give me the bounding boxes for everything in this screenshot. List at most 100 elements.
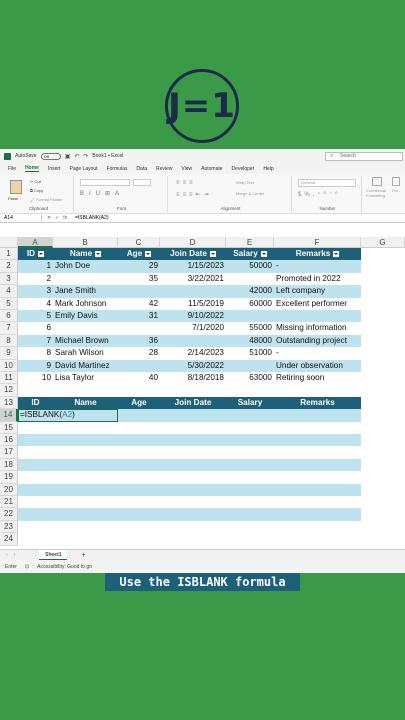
row-header[interactable]: 24 — [0, 533, 18, 546]
cell-name[interactable]: John Doe — [53, 260, 118, 272]
cell-join-date[interactable]: 8/18/2018 — [160, 372, 226, 384]
save-icon[interactable]: ▣ — [65, 153, 71, 160]
cell-id[interactable]: 6 — [18, 322, 53, 334]
row-header[interactable]: 1 — [0, 248, 18, 261]
cell-id[interactable]: 4 — [18, 298, 53, 310]
next-sheet-icon[interactable]: › — [14, 552, 16, 558]
row-header[interactable]: 12 — [0, 384, 18, 397]
menu-view[interactable]: View — [181, 166, 192, 172]
row-header[interactable]: 14 — [0, 409, 18, 422]
menu-formulas[interactable]: Formulas — [107, 166, 128, 172]
cell-age[interactable]: 31 — [118, 310, 160, 322]
column-header-g[interactable]: G — [361, 237, 405, 248]
cell-remarks[interactable]: - — [274, 260, 361, 272]
cell-remarks[interactable]: Excellent performer — [274, 298, 361, 310]
search-input[interactable]: Search — [325, 151, 403, 161]
row-header[interactable]: 13 — [0, 396, 18, 410]
cell-age[interactable] — [118, 360, 160, 372]
cell-salary[interactable] — [226, 310, 274, 322]
row-header[interactable]: 20 — [0, 483, 18, 496]
cell-remarks[interactable]: - — [274, 347, 361, 359]
merge-center-button[interactable]: Merge & Center — [236, 191, 264, 196]
filter-dropdown-icon[interactable] — [145, 250, 152, 257]
row-header[interactable]: 10 — [0, 359, 18, 372]
menu-home[interactable]: Home — [25, 165, 39, 172]
filter-dropdown-icon[interactable] — [333, 250, 340, 257]
cell-id[interactable]: 2 — [18, 273, 53, 285]
cell-id[interactable]: 3 — [18, 285, 53, 297]
cell-join-date[interactable] — [160, 335, 226, 347]
row-header[interactable]: 3 — [0, 272, 18, 286]
header-cell-name[interactable]: Name — [53, 248, 118, 260]
font-size-select[interactable] — [133, 179, 151, 186]
cell-age[interactable]: 36 — [118, 335, 160, 347]
menu-file[interactable]: File — [8, 166, 16, 172]
cell-name[interactable]: Mark Johnson — [53, 298, 118, 310]
header-cell-remarks[interactable]: Remarks — [274, 397, 361, 409]
align-icons[interactable]: ≡≡≡ — [176, 180, 196, 186]
cell-name[interactable]: Emily Davis — [53, 310, 118, 322]
cell-remarks[interactable]: Under observation — [274, 360, 361, 372]
wrap-text-button[interactable]: Wrap Text — [236, 180, 254, 185]
row-header[interactable]: 9 — [0, 347, 18, 360]
cell-name[interactable]: Michael Brown — [53, 335, 118, 347]
row-header[interactable]: 5 — [0, 297, 18, 310]
column-header-e[interactable]: E — [226, 237, 274, 248]
row-header[interactable]: 2 — [0, 260, 18, 273]
cell-id[interactable]: 8 — [18, 347, 53, 359]
undo-icon[interactable]: ↶ — [74, 153, 79, 160]
font-format-icons[interactable]: BIU⊞A — [80, 190, 124, 197]
cell-name[interactable] — [53, 273, 118, 285]
cell-age[interactable]: 29 — [118, 260, 160, 272]
cell-join-date[interactable]: 7/1/2020 — [160, 322, 226, 334]
row-header[interactable]: 23 — [0, 520, 18, 534]
cell-join-date[interactable]: 1/15/2023 — [160, 260, 226, 272]
cell-join-date[interactable]: 3/22/2021 — [160, 273, 226, 285]
filter-dropdown-icon[interactable] — [260, 250, 267, 257]
header-cell-join-date[interactable]: Join Date — [160, 248, 226, 260]
filter-dropdown-icon[interactable] — [95, 250, 102, 257]
row-header[interactable]: 6 — [0, 310, 18, 323]
row-header[interactable]: 17 — [0, 446, 18, 459]
cell-name[interactable] — [53, 322, 118, 334]
row-header[interactable]: 19 — [0, 471, 18, 484]
header-cell-salary[interactable]: Salary — [226, 248, 274, 260]
cell-remarks[interactable]: Outstanding project — [274, 335, 361, 347]
header-cell-name[interactable]: Name — [53, 397, 118, 409]
header-cell-join-date[interactable]: Join Date — [160, 397, 226, 409]
copy-button[interactable]: ⧉ Copy — [30, 188, 43, 193]
formula-input[interactable]: =ISBLANK(A2) — [72, 215, 109, 221]
menu-insert[interactable]: Insert — [48, 166, 61, 172]
format-table-button[interactable]: For... — [392, 177, 405, 193]
menu-data[interactable]: Data — [136, 166, 147, 172]
accessibility-status[interactable]: Accessibility: Good to go — [37, 564, 92, 570]
cell-join-date[interactable]: 11/5/2019 — [160, 298, 226, 310]
column-header-d[interactable]: D — [160, 237, 226, 248]
number-format-select[interactable]: General — [298, 179, 356, 187]
cell-salary[interactable] — [226, 360, 274, 372]
filter-dropdown-icon[interactable] — [209, 250, 216, 257]
row-header[interactable]: 15 — [0, 421, 18, 434]
header-cell-id[interactable]: ID — [18, 248, 53, 260]
add-sheet-button[interactable]: + — [81, 552, 85, 559]
cell-id[interactable]: 10 — [18, 372, 53, 384]
header-cell-salary[interactable]: Salary — [226, 397, 274, 409]
column-header-a[interactable]: A — [18, 237, 53, 248]
formula-cell[interactable]: =ISBLANK(A2) — [18, 409, 77, 421]
cell-remarks[interactable]: Missing information — [274, 322, 361, 334]
cell-salary[interactable]: 51000 — [226, 347, 274, 359]
cell-id[interactable]: 1 — [18, 260, 53, 272]
cell-id[interactable]: 9 — [18, 360, 53, 372]
cell-name[interactable]: Lisa Taylor — [53, 372, 118, 384]
cut-button[interactable]: ✂ Cut — [30, 179, 41, 184]
cell-name[interactable]: Jane Smith — [53, 285, 118, 297]
cell-age[interactable] — [118, 322, 160, 334]
row-header[interactable]: 16 — [0, 434, 18, 447]
header-cell-id[interactable]: ID — [18, 397, 53, 409]
cell-name[interactable]: Sarah Wilson — [53, 347, 118, 359]
prev-sheet-icon[interactable]: ‹ — [6, 552, 8, 558]
cell-age[interactable]: 42 — [118, 298, 160, 310]
cell-id[interactable]: 7 — [18, 335, 53, 347]
row-header[interactable]: 7 — [0, 322, 18, 335]
font-name-select[interactable] — [80, 179, 130, 186]
